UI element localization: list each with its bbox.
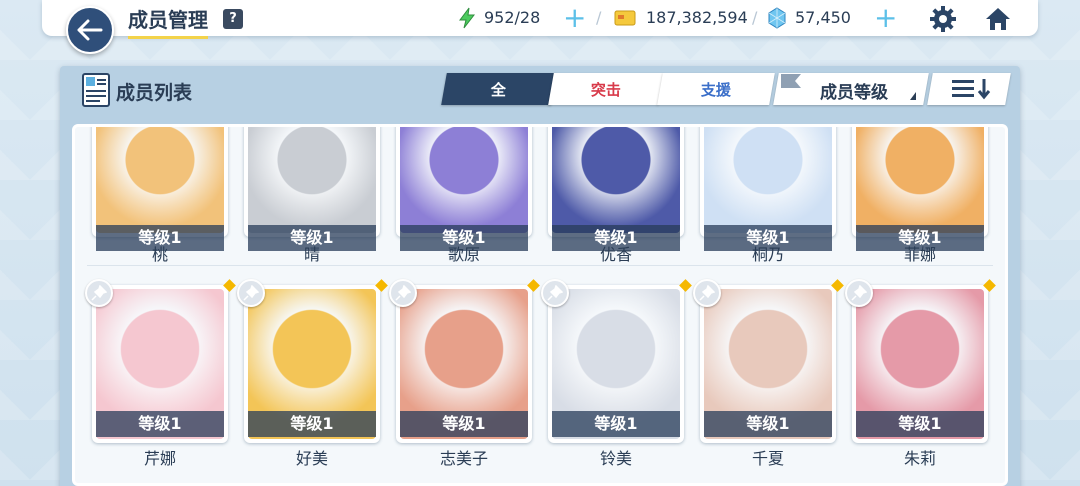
student-grid[interactable]: 等级1 桃等级1 晴等级1 歌原 等级1 优香 等级1 桐乃 等级1 菲娜 等级1 芹娜 等级1 好美 等级…: [72, 124, 1008, 486]
credit-card-icon: [614, 10, 636, 26]
lightning-icon: [459, 7, 476, 29]
level-label: 等级1: [552, 411, 680, 437]
student-name: 桃: [151, 245, 168, 264]
credits-value: 187,382,594: [646, 8, 748, 27]
student-portrait: [856, 127, 984, 233]
tab-support[interactable]: 支援: [657, 73, 775, 105]
favorite-pin-button[interactable]: [693, 279, 721, 307]
pin-icon: [547, 285, 563, 301]
clipboard-icon: [82, 73, 110, 107]
level-label: 等级1: [96, 411, 224, 437]
level-label: 等级1: [856, 411, 984, 437]
add-pyroxene-button[interactable]: +: [874, 4, 897, 32]
student-name: 铃美: [599, 449, 632, 468]
pyroxene-gem-icon: [768, 7, 786, 29]
sort-label: 成员等级: [820, 83, 888, 103]
favorite-pin-button[interactable]: [541, 279, 569, 307]
pin-icon: [243, 285, 259, 301]
page-title: 成员管理: [128, 4, 208, 39]
separator: /: [596, 8, 602, 27]
student-portrait: [248, 127, 376, 233]
student-portrait: [704, 127, 832, 233]
pin-icon: [699, 285, 715, 301]
tab-all[interactable]: 全: [441, 73, 557, 105]
favorite-pin-button[interactable]: [845, 279, 873, 307]
arrow-left-icon: [77, 19, 103, 41]
student-name: 芹娜: [143, 449, 176, 468]
portrait-frame: [548, 127, 684, 237]
student-name: 桐乃: [751, 245, 784, 264]
home-icon[interactable]: [984, 5, 1012, 33]
portrait-frame: [244, 127, 380, 237]
portrait-frame: [396, 127, 532, 237]
student-portrait: [400, 127, 528, 233]
pyroxene-value: 57,450: [795, 8, 851, 27]
row-divider: [87, 265, 993, 266]
pin-icon: [851, 285, 867, 301]
student-portrait: [96, 127, 224, 233]
ap-value: 952/28: [484, 8, 541, 27]
portrait-frame: [852, 127, 988, 237]
gear-icon[interactable]: [929, 5, 957, 33]
student-name: 千夏: [751, 449, 784, 468]
level-label: 等级1: [400, 411, 528, 437]
panel-title: 成员列表: [116, 82, 193, 104]
student-name: 志美子: [439, 449, 488, 468]
help-button[interactable]: ?: [223, 9, 243, 29]
pin-icon: [91, 285, 107, 301]
level-label: 等级1: [704, 411, 832, 437]
portrait-frame: [700, 127, 836, 237]
tab-strike[interactable]: 突击: [548, 73, 664, 105]
pin-icon: [395, 285, 411, 301]
student-name: 菲娜: [903, 245, 936, 264]
favorite-pin-button[interactable]: [85, 279, 113, 307]
separator: /: [752, 8, 758, 27]
sort-descending-icon: [952, 79, 991, 100]
favorite-pin-button[interactable]: [237, 279, 265, 307]
student-portrait: [552, 127, 680, 233]
back-button[interactable]: [66, 6, 114, 54]
student-name: 好美: [295, 449, 328, 468]
student-name: 歌原: [447, 245, 480, 264]
portrait-frame: [92, 127, 228, 237]
dropdown-corner-icon: [910, 92, 916, 100]
student-name: 朱莉: [903, 449, 936, 468]
filter-flag-icon: [781, 74, 801, 88]
add-ap-button[interactable]: +: [563, 4, 586, 32]
level-label: 等级1: [248, 411, 376, 437]
student-name: 优香: [599, 245, 632, 264]
favorite-pin-button[interactable]: [389, 279, 417, 307]
student-name: 晴: [303, 245, 320, 264]
